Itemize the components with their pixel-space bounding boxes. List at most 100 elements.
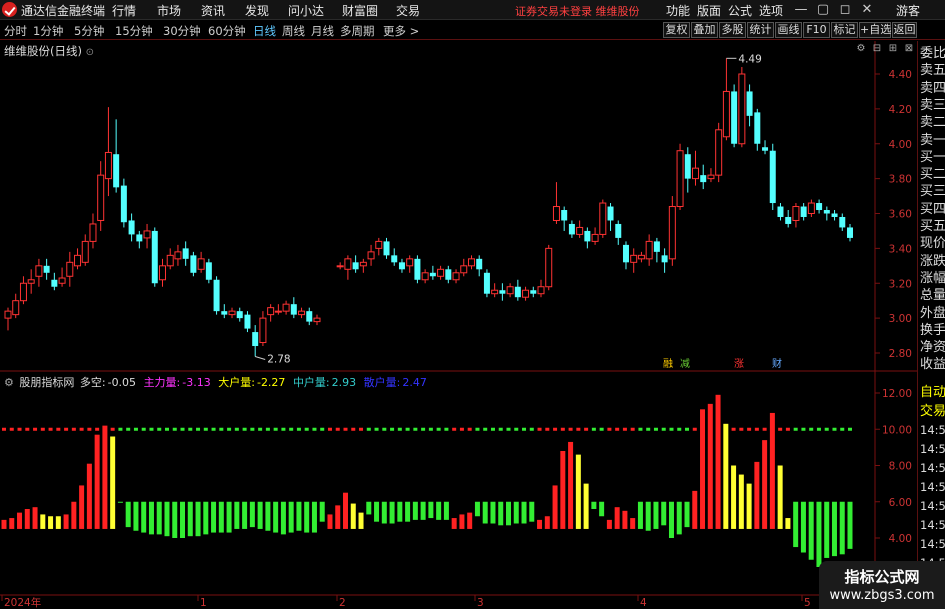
baseline-dash bbox=[801, 427, 806, 431]
period-monthly[interactable]: 月线 bbox=[311, 23, 334, 39]
close-icon[interactable]: ✕ bbox=[856, 0, 878, 20]
menu-news[interactable]: 资讯 bbox=[201, 2, 225, 19]
maximize-icon[interactable]: ◻ bbox=[834, 0, 856, 20]
expand-icon[interactable]: ⊞ bbox=[887, 43, 899, 55]
menu-ask[interactable]: 问小达 bbox=[288, 2, 324, 19]
menu-layout[interactable]: 版面 bbox=[697, 2, 721, 19]
candle-down bbox=[653, 241, 660, 252]
indicator-tick-label: 8.00 bbox=[889, 461, 912, 473]
minimize-icon[interactable]: — bbox=[790, 0, 812, 20]
baseline-dash bbox=[785, 427, 790, 431]
indicator-bar-down bbox=[133, 501, 139, 531]
multi-stock-button[interactable]: 多股 bbox=[719, 22, 746, 38]
menu-quotes[interactable]: 行情 bbox=[112, 2, 136, 19]
adjust-button[interactable]: 复权 bbox=[663, 22, 690, 38]
period-30min[interactable]: 30分钟 bbox=[163, 23, 201, 39]
candle-down bbox=[769, 150, 776, 204]
guest-login[interactable]: 游客 bbox=[896, 2, 920, 19]
side-panel-label[interactable]: 14:56 bbox=[920, 479, 945, 496]
period-5min[interactable]: 5分钟 bbox=[74, 23, 104, 39]
candle-up bbox=[792, 206, 800, 221]
baseline-dash bbox=[739, 427, 744, 431]
menu-formula[interactable]: 公式 bbox=[728, 2, 752, 19]
menu-wealth[interactable]: 财富圈 bbox=[342, 2, 378, 19]
period-60min[interactable]: 60分钟 bbox=[208, 23, 246, 39]
login-notice[interactable]: 证券交易未登录 维维股份 bbox=[515, 3, 640, 19]
baseline-dash bbox=[731, 427, 736, 431]
overlay-button[interactable]: 叠加 bbox=[691, 22, 718, 38]
period-multi[interactable]: 多周期 bbox=[340, 23, 375, 39]
side-panel-label[interactable]: 14:56 bbox=[920, 536, 945, 553]
stats-button[interactable]: 统计 bbox=[747, 22, 774, 38]
candle-up bbox=[66, 261, 74, 277]
indicator-bar-up bbox=[32, 507, 38, 529]
indicator-bar-up bbox=[350, 503, 356, 529]
back-button[interactable]: 返回 bbox=[892, 22, 917, 38]
candle-up bbox=[375, 240, 383, 249]
price-tick-label: 3.60 bbox=[889, 209, 912, 221]
baseline-dash bbox=[405, 427, 410, 431]
app-logo-icon bbox=[2, 2, 17, 17]
baseline-dash bbox=[25, 427, 30, 431]
candle-up bbox=[637, 254, 645, 260]
indicator-bar-up bbox=[762, 440, 768, 529]
close-pane-icon[interactable]: ⊠ bbox=[903, 43, 915, 55]
indicator-tick-label: 10.00 bbox=[882, 424, 912, 436]
baseline-dash bbox=[840, 427, 845, 431]
period-daily[interactable]: 日线 bbox=[253, 23, 276, 39]
draw-button[interactable]: 画线 bbox=[775, 22, 802, 38]
candle-down bbox=[700, 175, 707, 183]
period-weekly[interactable]: 周线 bbox=[282, 23, 305, 39]
f10-button[interactable]: F10 bbox=[803, 22, 830, 38]
price-tick-label: 3.20 bbox=[889, 278, 912, 290]
mark-button[interactable]: 标记 bbox=[831, 22, 858, 38]
menu-discover[interactable]: 发现 bbox=[245, 2, 269, 19]
period-1min[interactable]: 1分钟 bbox=[33, 23, 63, 39]
time-tick-label: 2024年 bbox=[4, 596, 41, 609]
indicator-bar-down bbox=[257, 501, 263, 529]
candle-up bbox=[166, 254, 174, 267]
chart-canvas[interactable]: 4.40 4.20 4.00 3.80 3.60 3.40 3.20 3.00 2.80 12.0… bbox=[0, 41, 917, 609]
indicator-name[interactable]: 股朋指标网 bbox=[19, 376, 74, 389]
indicator-bar-up bbox=[707, 403, 713, 529]
indicator-bar-up bbox=[459, 514, 465, 529]
side-panel-label[interactable]: 14:56 bbox=[920, 441, 945, 458]
period-more[interactable]: 更多 > bbox=[383, 23, 419, 39]
time-tick-label: 3 bbox=[477, 597, 484, 609]
menu-trade[interactable]: 交易 bbox=[396, 2, 420, 19]
candle-down bbox=[684, 154, 691, 179]
side-panel-label[interactable]: 14:56 bbox=[920, 498, 945, 515]
candle-down bbox=[136, 234, 143, 242]
indicator-bar-down bbox=[265, 501, 271, 531]
menu-market[interactable]: 市场 bbox=[157, 2, 181, 19]
indicator-bar-down bbox=[249, 501, 255, 528]
indicator-bar-down bbox=[599, 501, 605, 517]
menu-function[interactable]: 功能 bbox=[666, 2, 690, 19]
shrink-icon[interactable]: ⊟ bbox=[871, 43, 883, 55]
candle-down bbox=[51, 279, 58, 287]
baseline-dash bbox=[56, 427, 61, 431]
candle-down bbox=[499, 290, 506, 294]
side-panel-label[interactable]: 14:56 bbox=[920, 422, 945, 439]
price-tick-label: 3.40 bbox=[889, 243, 912, 255]
price-tick-label: 4.20 bbox=[889, 104, 912, 116]
baseline-dash bbox=[522, 427, 527, 431]
side-panel-label[interactable]: 14:56 bbox=[920, 517, 945, 534]
restore-icon[interactable]: ▢ bbox=[812, 0, 834, 20]
candle-down bbox=[391, 255, 398, 263]
period-tick[interactable]: 分时 bbox=[4, 23, 27, 39]
side-panel-label[interactable]: 交易 bbox=[920, 403, 945, 420]
period-15min[interactable]: 15分钟 bbox=[115, 23, 153, 39]
menu-options[interactable]: 选项 bbox=[759, 2, 783, 19]
settings-icon[interactable]: ⚙ bbox=[855, 43, 867, 55]
side-panel-label[interactable]: 自动 bbox=[920, 384, 945, 401]
side-panel-label: 换手 bbox=[920, 322, 945, 338]
side-panel-label[interactable]: 14:56 bbox=[920, 460, 945, 477]
add-watchlist-button[interactable]: +自选 bbox=[859, 22, 891, 38]
indicator-settings-icon[interactable]: ⚙ bbox=[4, 376, 14, 389]
candle-down bbox=[607, 206, 614, 221]
baseline-dash bbox=[824, 427, 829, 431]
dropdown-icon[interactable]: ⊙ bbox=[86, 47, 94, 58]
baseline-dash bbox=[529, 427, 534, 431]
indicator-bar-down bbox=[117, 501, 123, 503]
